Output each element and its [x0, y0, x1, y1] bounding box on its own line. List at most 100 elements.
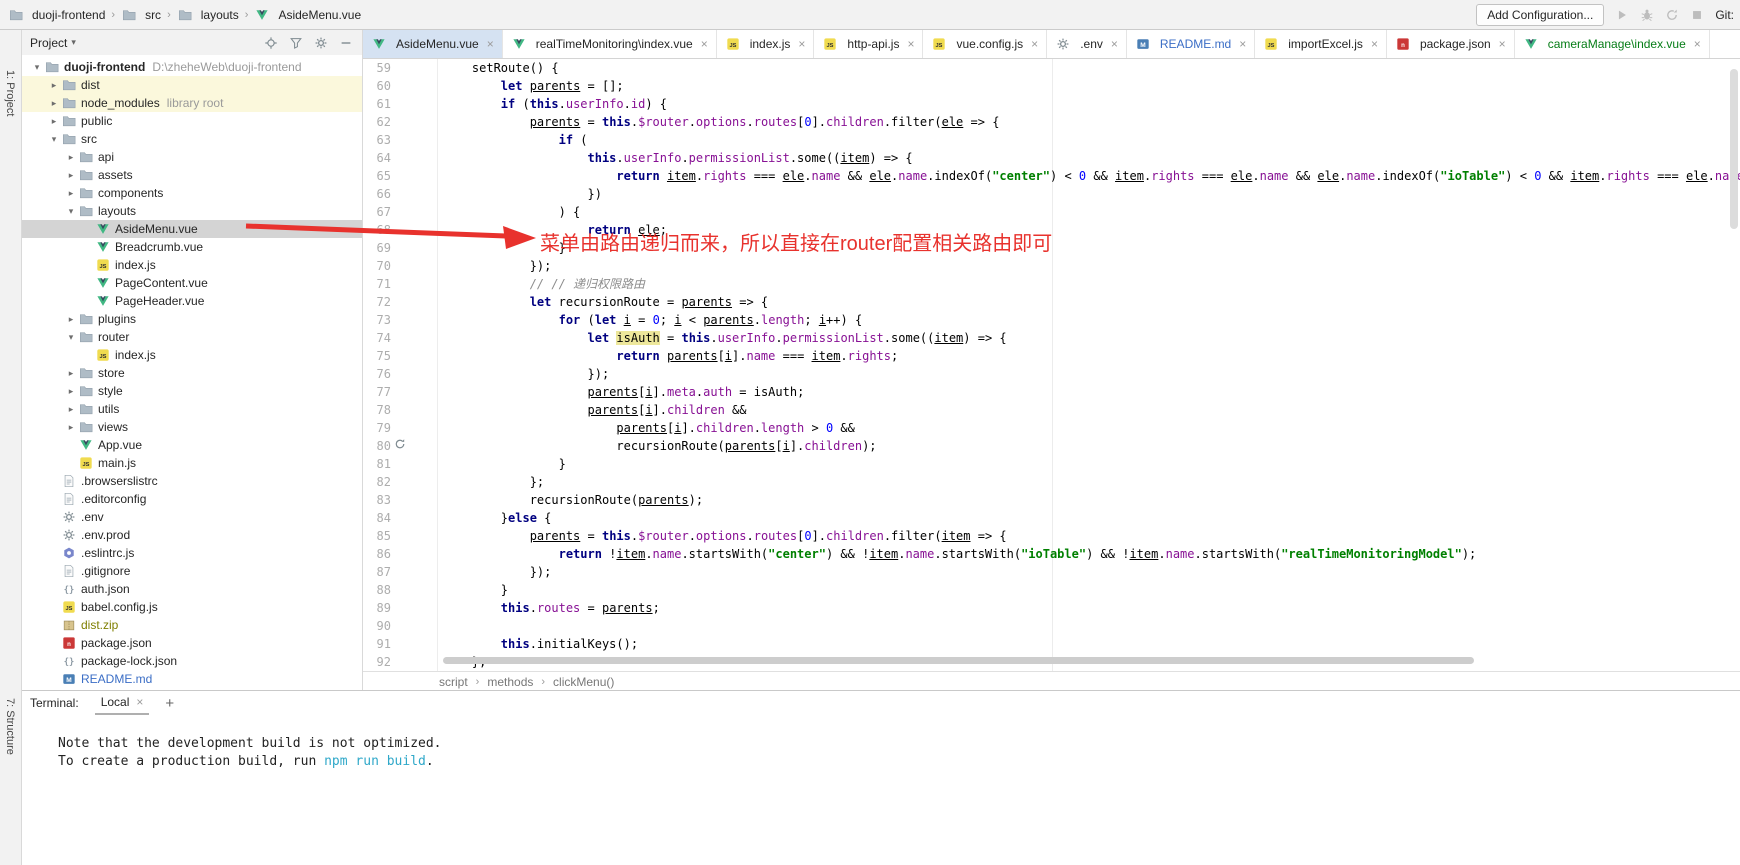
tree-item-editorconfig[interactable]: .editorconfig	[22, 490, 362, 508]
tree-item-dist-zip[interactable]: dist.zip	[22, 616, 362, 634]
tree-item-asidemenu-vue[interactable]: AsideMenu.vue	[22, 220, 362, 238]
editor-tab-http-api-js[interactable]: JShttp-api.js×	[814, 30, 923, 58]
chevron-expanded-icon[interactable]: ▾	[64, 206, 78, 217]
editor-tab-env[interactable]: .env×	[1047, 30, 1127, 58]
tree-item-plugins[interactable]: ▸plugins	[22, 310, 362, 328]
stop-icon[interactable]	[1689, 7, 1705, 23]
tree-item-babel-config-js[interactable]: JSbabel.config.js	[22, 598, 362, 616]
horizontal-scrollbar-thumb[interactable]	[443, 657, 1474, 664]
tree-item-index-js[interactable]: JSindex.js	[22, 346, 362, 364]
chevron-collapsed-icon[interactable]: ▸	[47, 80, 61, 91]
close-icon[interactable]: ×	[1694, 37, 1701, 51]
tree-item-src[interactable]: ▾src	[22, 130, 362, 148]
tree-item-gitignore[interactable]: .gitignore	[22, 562, 362, 580]
chevron-collapsed-icon[interactable]: ▸	[47, 98, 61, 109]
locate-icon[interactable]	[263, 35, 279, 51]
gutter-slot	[391, 617, 409, 635]
filter-icon[interactable]	[288, 35, 304, 51]
chevron-collapsed-icon[interactable]: ▸	[64, 170, 78, 181]
terminal-tab-local[interactable]: Local ×	[95, 691, 150, 715]
breadcrumb-item-asidemenu-vue[interactable]: AsideMenu.vue	[252, 7, 363, 23]
minus-icon[interactable]	[338, 35, 354, 51]
tree-item-store[interactable]: ▸store	[22, 364, 362, 382]
tree-item-style[interactable]: ▸style	[22, 382, 362, 400]
tree-item-main-js[interactable]: JSmain.js	[22, 454, 362, 472]
bug-icon[interactable]	[1639, 7, 1655, 23]
tree-item-eslintrc-js[interactable]: .eslintrc.js	[22, 544, 362, 562]
editor-tab-readme-md[interactable]: MREADME.md×	[1127, 30, 1255, 58]
tree-item-app-vue[interactable]: App.vue	[22, 436, 362, 454]
editor-tab-importexcel-js[interactable]: JSimportExcel.js×	[1255, 30, 1387, 58]
chevron-collapsed-icon[interactable]: ▸	[64, 422, 78, 433]
tree-item-utils[interactable]: ▸utils	[22, 400, 362, 418]
tree-item-breadcrumb-vue[interactable]: Breadcrumb.vue	[22, 238, 362, 256]
close-icon[interactable]: ×	[1371, 37, 1378, 51]
editor-breadcrumb-item-script[interactable]: script	[439, 675, 468, 689]
close-icon[interactable]: ×	[1031, 37, 1038, 51]
toolstrip-structure-button[interactable]: 7: Structure	[4, 698, 16, 755]
breadcrumb-item-duoji-frontend[interactable]: duoji-frontend	[6, 7, 107, 23]
tree-item-auth-json[interactable]: {}auth.json	[22, 580, 362, 598]
editor-tab-realtimemonitoring-index-vue[interactable]: realTimeMonitoring\index.vue×	[503, 30, 717, 58]
editor-tab-asidemenu-vue[interactable]: AsideMenu.vue×	[363, 30, 503, 58]
close-icon[interactable]: ×	[701, 37, 708, 51]
chevron-collapsed-icon[interactable]: ▸	[64, 386, 78, 397]
tree-item-node-modules[interactable]: ▸node_moduleslibrary root	[22, 94, 362, 112]
editor-breadcrumb-item-clickmenu[interactable]: clickMenu()	[553, 675, 614, 689]
close-icon[interactable]: ×	[798, 37, 805, 51]
tree-item-components[interactable]: ▸components	[22, 184, 362, 202]
close-icon[interactable]: ×	[1111, 37, 1118, 51]
breadcrumb-item-src[interactable]: src	[119, 7, 163, 23]
close-icon[interactable]: ×	[136, 695, 143, 709]
editor-tab-cameramanage-index-vue[interactable]: cameraManage\index.vue×	[1515, 30, 1710, 58]
tree-item-layouts[interactable]: ▾layouts	[22, 202, 362, 220]
horizontal-scrollbar[interactable]	[443, 657, 1700, 664]
vertical-scrollbar[interactable]	[1728, 59, 1740, 671]
chevron-collapsed-icon[interactable]: ▸	[47, 116, 61, 127]
close-icon[interactable]: ×	[1499, 37, 1506, 51]
editor-tab-package-json[interactable]: npackage.json×	[1387, 30, 1515, 58]
tree-item-readme-md[interactable]: MREADME.md	[22, 670, 362, 688]
code-viewport[interactable]: 59 setRoute() {60 let parents = [];61 if…	[363, 59, 1740, 671]
tree-item-assets[interactable]: ▸assets	[22, 166, 362, 184]
close-icon[interactable]: ×	[487, 37, 494, 51]
toolstrip-project-button[interactable]: 1: Project	[4, 70, 16, 116]
editor-tab-vue-config-js[interactable]: JSvue.config.js×	[923, 30, 1047, 58]
git-label[interactable]: Git:	[1715, 8, 1734, 22]
chevron-expanded-icon[interactable]: ▾	[30, 62, 44, 73]
tree-item-package-json[interactable]: npackage.json	[22, 634, 362, 652]
tree-item-index-js[interactable]: JSindex.js	[22, 256, 362, 274]
project-panel-title[interactable]: Project	[30, 36, 67, 50]
chevron-collapsed-icon[interactable]: ▸	[64, 404, 78, 415]
breadcrumb-item-layouts[interactable]: layouts	[175, 7, 241, 23]
close-icon[interactable]: ×	[1239, 37, 1246, 51]
add-terminal-button[interactable]: +	[165, 695, 174, 712]
tree-item-views[interactable]: ▸views	[22, 418, 362, 436]
editor-tab-index-js[interactable]: JSindex.js×	[717, 30, 815, 58]
close-icon[interactable]: ×	[907, 37, 914, 51]
update-icon[interactable]	[1664, 7, 1680, 23]
editor-breadcrumb-item-methods[interactable]: methods	[487, 675, 533, 689]
chevron-expanded-icon[interactable]: ▾	[64, 332, 78, 343]
vertical-scrollbar-thumb[interactable]	[1730, 69, 1738, 229]
gear-icon[interactable]	[313, 35, 329, 51]
add-configuration-button[interactable]: Add Configuration...	[1476, 4, 1604, 26]
chevron-collapsed-icon[interactable]: ▸	[64, 188, 78, 199]
play-icon[interactable]	[1614, 7, 1630, 23]
tree-item-pageheader-vue[interactable]: PageHeader.vue	[22, 292, 362, 310]
tree-item-duoji-frontend[interactable]: ▾duoji-frontendD:\zheheWeb\duoji-fronten…	[22, 58, 362, 76]
tree-item-env-prod[interactable]: .env.prod	[22, 526, 362, 544]
chevron-down-icon[interactable]: ▾	[71, 37, 76, 48]
chevron-collapsed-icon[interactable]: ▸	[64, 314, 78, 325]
tree-item-browserslistrc[interactable]: .browserslistrc	[22, 472, 362, 490]
tree-item-pagecontent-vue[interactable]: PageContent.vue	[22, 274, 362, 292]
chevron-collapsed-icon[interactable]: ▸	[64, 152, 78, 163]
tree-item-package-lock-json[interactable]: {}package-lock.json	[22, 652, 362, 670]
chevron-collapsed-icon[interactable]: ▸	[64, 368, 78, 379]
tree-item-dist[interactable]: ▸dist	[22, 76, 362, 94]
tree-item-env[interactable]: .env	[22, 508, 362, 526]
tree-item-public[interactable]: ▸public	[22, 112, 362, 130]
tree-item-router[interactable]: ▾router	[22, 328, 362, 346]
tree-item-api[interactable]: ▸api	[22, 148, 362, 166]
chevron-expanded-icon[interactable]: ▾	[47, 134, 61, 145]
